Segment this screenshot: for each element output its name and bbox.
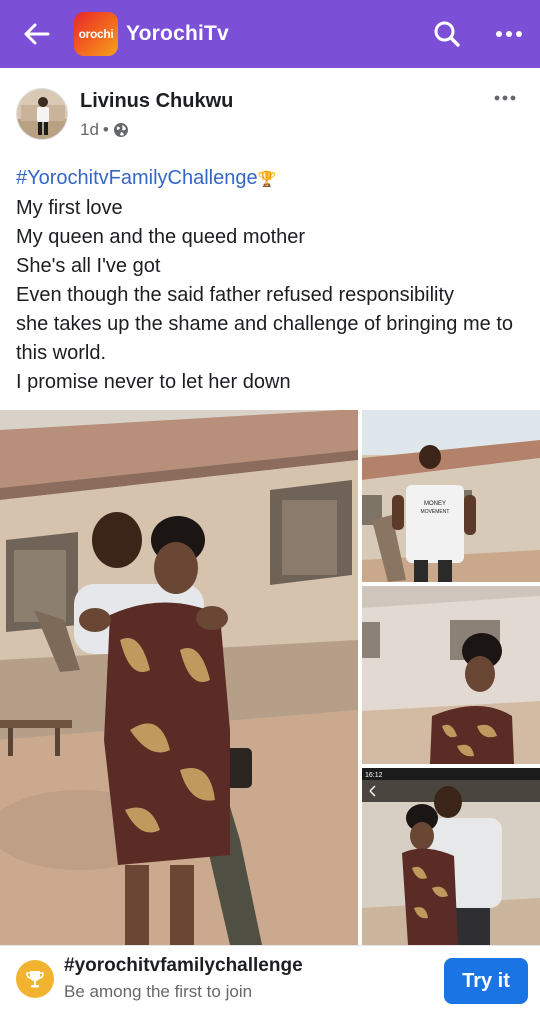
post-line: she takes up the shame and challenge of … [16, 313, 513, 364]
challenge-bar: #yorochitvfamilychallenge Be among the f… [0, 945, 540, 1013]
top-app-bar: orochi YorochiTv [0, 0, 540, 68]
post-line: My queen and the queed mother [16, 226, 306, 248]
top-actions [416, 0, 540, 68]
author-name[interactable]: Livinus Chukwu [80, 90, 233, 113]
post-text: #YorochitvFamilyChallenge🏆 My first love… [16, 164, 528, 397]
group-logo[interactable]: orochi [74, 12, 118, 56]
photo-grid: MONEY MOVEMENT 16:12 [0, 410, 540, 945]
challenge-subtitle: Be among the first to join [64, 982, 253, 1001]
photo-man-standing[interactable]: MONEY MOVEMENT [362, 410, 540, 582]
avatar[interactable] [16, 88, 68, 140]
more-horizontal-icon [494, 95, 516, 101]
challenge-title[interactable]: #yorochitvfamilychallenge [64, 955, 303, 977]
more-options-button[interactable] [478, 0, 540, 68]
search-icon [434, 21, 460, 47]
shirt-text-1: MONEY [424, 501, 446, 507]
post-more-button[interactable] [490, 88, 520, 108]
try-it-button[interactable]: Try it [444, 958, 528, 1004]
main-photo[interactable] [0, 410, 358, 945]
post-header: Livinus Chukwu 1d • [0, 82, 540, 148]
trophy-emoji: 🏆 [257, 171, 277, 188]
hashtag-line: #YorochitvFamilyChallenge🏆 [16, 164, 528, 194]
group-title[interactable]: YorochiTv [126, 22, 229, 46]
globe-icon [113, 123, 128, 137]
meta-separator: • [102, 120, 109, 139]
shirt-text-2: MOVEMENT [421, 509, 450, 515]
group-logo-text: orochi [78, 27, 114, 41]
post-time[interactable]: 1d [80, 120, 99, 140]
post-line: Even though the said father refused resp… [16, 284, 455, 306]
post-line: My first love [16, 197, 123, 219]
trophy-icon [26, 971, 44, 988]
post-line: I promise never to let her down [16, 371, 291, 393]
post-line: She's all I've got [16, 255, 161, 277]
back-button[interactable] [0, 0, 74, 68]
post-meta: 1d • [80, 120, 129, 140]
arrow-left-icon [24, 23, 50, 45]
photo-woman-smiling[interactable] [362, 586, 540, 764]
challenge-badge [16, 960, 54, 998]
photo-screenshot-couple[interactable]: 16:12 [362, 768, 540, 945]
more-horizontal-icon [496, 31, 522, 37]
hashtag-link[interactable]: #YorochitvFamilyChallenge [16, 167, 258, 189]
search-button[interactable] [416, 0, 478, 68]
status-bar-time: 16:12 [365, 772, 383, 779]
